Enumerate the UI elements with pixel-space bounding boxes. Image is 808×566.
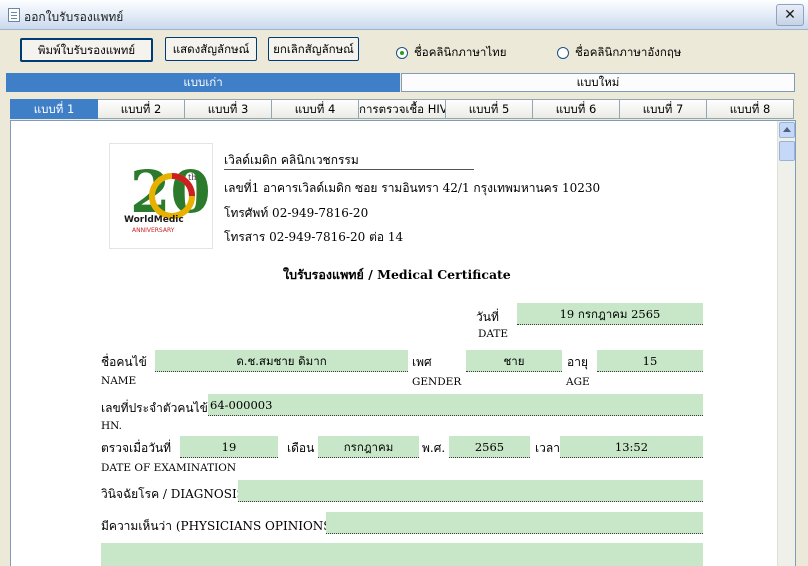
exam-time-field[interactable]: 13:52	[560, 436, 703, 458]
scroll-up-icon[interactable]	[779, 122, 795, 138]
logo-subtitle: ANNIVERSARY	[132, 227, 175, 234]
opinion-textarea[interactable]	[101, 543, 703, 566]
clinic-address: เลขที่1 อาคารเวิลด์เมดิก ซอย รามอินทรา 4…	[224, 181, 601, 195]
age-field[interactable]: 15	[597, 350, 703, 372]
radio-english-label: ชื่อคลินิกภาษาอังกฤษ	[575, 45, 682, 59]
clinic-phone: โทรศัพท์ 02-949-7816-20	[224, 206, 369, 220]
radio-selected-icon[interactable]	[396, 47, 408, 59]
diagnosis-label: วินิจฉัยโรค / DIAGNOSIS	[101, 487, 245, 501]
clinic-fax: โทรสาร 02-949-7816-20 ต่อ 14	[224, 230, 404, 244]
radio-english-clinic-name[interactable]: ชื่อคลินิกภาษาอังกฤษ	[557, 44, 681, 62]
clinic-logo: 20 th WorldMedic ANNIVERSARY	[109, 143, 213, 249]
logo-wordmark: WorldMedic	[124, 215, 184, 225]
hn-label: เลขที่ประจำตัวคนไข้	[101, 401, 208, 415]
certificate-heading: ใบรับรองแพทย์ / Medical Certificate	[283, 267, 511, 282]
vertical-scrollbar[interactable]	[777, 121, 795, 566]
tab-old-format[interactable]: แบบเก่า	[6, 73, 400, 92]
subtab-form-7[interactable]: แบบที่ 7	[620, 99, 707, 119]
patient-name-label-en: NAME	[101, 375, 137, 387]
document-icon	[8, 8, 20, 22]
date-label-en: DATE	[478, 328, 509, 340]
radio-thai-clinic-name[interactable]: ชื่อคลินิกภาษาไทย	[396, 44, 506, 62]
scroll-thumb[interactable]	[779, 141, 795, 161]
close-button[interactable]: ✕	[776, 4, 804, 26]
subtab-hiv-test[interactable]: การตรวจเชื้อ HIV	[359, 99, 446, 119]
gender-field[interactable]: ชาย	[466, 350, 562, 372]
time-label: เวลา	[535, 441, 560, 455]
anniversary-logo-icon: 20 th WorldMedic ANNIVERSARY	[124, 158, 211, 234]
show-sign-button[interactable]: แสดงสัญลักษณ์	[165, 37, 257, 61]
year-label: พ.ศ.	[422, 441, 446, 455]
gender-label: เพศ	[412, 355, 432, 369]
exam-day-field[interactable]: 19	[180, 436, 278, 458]
subtab-form-4[interactable]: แบบที่ 4	[272, 99, 359, 119]
clinic-name-underline	[224, 169, 474, 170]
radio-unselected-icon[interactable]	[557, 47, 569, 59]
subtab-form-6[interactable]: แบบที่ 6	[533, 99, 620, 119]
diagnosis-field[interactable]	[238, 480, 703, 502]
subtab-form-1[interactable]: แบบที่ 1	[10, 99, 98, 119]
certificate-panel: 20 th WorldMedic ANNIVERSARY เวิลด์เมดิก…	[10, 120, 796, 566]
title-bar: ออกใบรับรองแพทย์ ✕	[0, 0, 808, 30]
print-certificate-button[interactable]: พิมพ์ใบรับรองแพทย์	[20, 38, 153, 62]
subtab-form-5[interactable]: แบบที่ 5	[446, 99, 533, 119]
date-label: วันที่	[476, 310, 499, 324]
sub-tab-bar: แบบที่ 1 แบบที่ 2 แบบที่ 3 แบบที่ 4 การต…	[10, 99, 794, 119]
age-label-en: AGE	[566, 376, 590, 388]
exam-date-label: ตรวจเมื่อวันที่	[101, 441, 172, 455]
patient-name-field[interactable]: ด.ช.สมชาย ดิมาก	[155, 350, 408, 372]
logo-th: th	[188, 173, 196, 182]
gender-label-en: GENDER	[412, 376, 462, 388]
subtab-form-2[interactable]: แบบที่ 2	[98, 99, 185, 119]
date-field[interactable]: 19 กรกฎาคม 2565	[517, 303, 703, 325]
opinion-field[interactable]	[326, 512, 703, 534]
cancel-sign-button[interactable]: ยกเลิกสัญลักษณ์	[268, 37, 359, 61]
hn-label-en: HN.	[101, 420, 123, 432]
opinion-label: มีความเห็นว่า (PHYSICIANS OPINIONS)	[101, 519, 337, 533]
subtab-form-8[interactable]: แบบที่ 8	[707, 99, 794, 119]
tab-new-format[interactable]: แบบใหม่	[401, 73, 795, 92]
exam-month-field[interactable]: กรกฎาคม	[318, 436, 419, 458]
patient-name-label: ชื่อคนไข้	[101, 355, 147, 369]
clinic-name: เวิลด์เมดิก คลินิกเวชกรรม	[224, 153, 359, 167]
radio-thai-label: ชื่อคลินิกภาษาไทย	[414, 45, 507, 59]
age-label: อายุ	[567, 355, 588, 369]
exam-date-label-en: DATE OF EXAMINATION	[101, 462, 237, 474]
exam-year-field[interactable]: 2565	[449, 436, 530, 458]
window-title: ออกใบรับรองแพทย์	[24, 10, 124, 24]
subtab-form-3[interactable]: แบบที่ 3	[185, 99, 272, 119]
hn-field[interactable]: 64-000003	[208, 394, 703, 416]
month-label: เดือน	[287, 441, 315, 455]
